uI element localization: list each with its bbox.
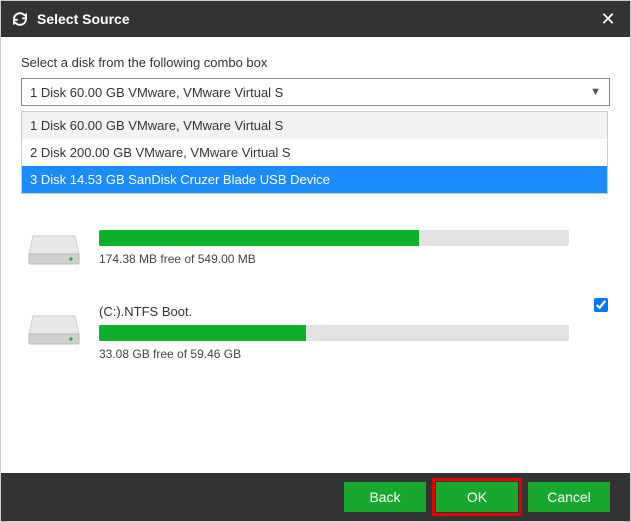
- disk-combo-dropdown: 1 Disk 60.00 GB VMware, VMware Virtual S…: [21, 111, 608, 194]
- dialog-body: Select a disk from the following combo b…: [1, 37, 630, 473]
- dialog-footer: Back OK Cancel: [1, 473, 630, 521]
- disk-combo[interactable]: 1 Disk 60.00 GB VMware, VMware Virtual S…: [21, 78, 610, 106]
- partition-row: 174.38 MB free of 549.00 MB: [21, 224, 610, 268]
- select-source-dialog: Select Source ✕ Select a disk from the f…: [0, 0, 631, 522]
- usage-bar: [99, 230, 569, 246]
- usage-bar-fill: [99, 325, 306, 341]
- prompt-label: Select a disk from the following combo b…: [21, 55, 610, 70]
- dialog-title: Select Source: [37, 11, 596, 27]
- partition-info: 174.38 MB free of 549.00 MB: [99, 224, 610, 266]
- back-button[interactable]: Back: [344, 482, 426, 512]
- chevron-down-icon: ▼: [590, 86, 601, 98]
- cancel-button[interactable]: Cancel: [528, 482, 610, 512]
- disk-option-1[interactable]: 1 Disk 60.00 GB VMware, VMware Virtual S: [22, 112, 607, 139]
- partition-list: 174.38 MB free of 549.00 MB (C:).NTFS Bo…: [21, 224, 610, 361]
- partition-checkbox-wrap: [594, 298, 608, 315]
- ok-button[interactable]: OK: [436, 482, 518, 512]
- usage-bar-fill: [99, 230, 419, 246]
- free-space-label: 174.38 MB free of 549.00 MB: [99, 252, 610, 266]
- partition-row: (C:).NTFS Boot. 33.08 GB free of 59.46 G…: [21, 304, 610, 361]
- free-space-label: 33.08 GB free of 59.46 GB: [99, 347, 610, 361]
- partition-name: (C:).NTFS Boot.: [99, 304, 610, 319]
- usage-bar: [99, 325, 569, 341]
- app-sync-icon: [11, 10, 29, 28]
- partition-checkbox[interactable]: [594, 298, 608, 312]
- disk-combo-value: 1 Disk 60.00 GB VMware, VMware Virtual S: [30, 85, 283, 100]
- disk-option-3[interactable]: 3 Disk 14.53 GB SanDisk Cruzer Blade USB…: [22, 166, 607, 193]
- partition-info: (C:).NTFS Boot. 33.08 GB free of 59.46 G…: [99, 304, 610, 361]
- drive-icon: [27, 310, 81, 348]
- titlebar: Select Source ✕: [1, 1, 630, 37]
- close-icon[interactable]: ✕: [596, 9, 620, 30]
- drive-icon: [27, 230, 81, 268]
- disk-option-2[interactable]: 2 Disk 200.00 GB VMware, VMware Virtual …: [22, 139, 607, 166]
